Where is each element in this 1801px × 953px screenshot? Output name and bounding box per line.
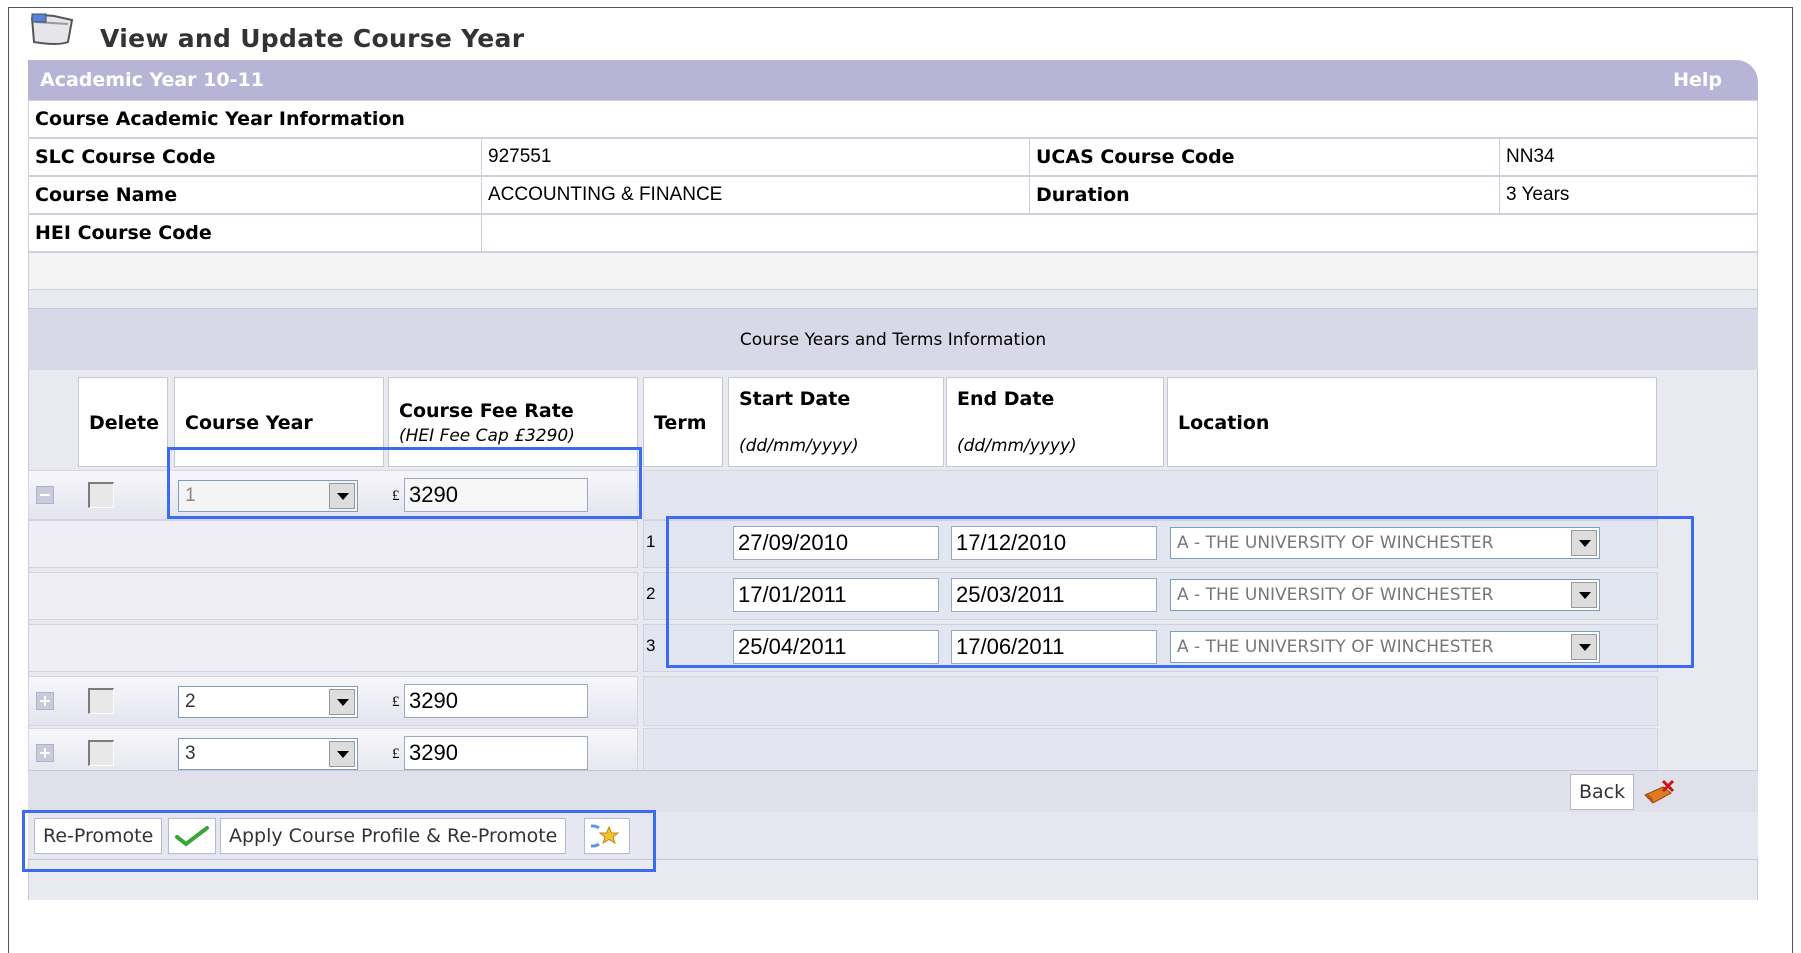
term-2-start-date[interactable]: 17/01/2011 [733, 578, 939, 612]
start-date-column-header: Start Date (dd/mm/yyyy) [728, 377, 944, 467]
fee-cap-note: (HEI Fee Cap £3290) [399, 426, 575, 446]
slc-ucas-row: SLC Course Code 927551 UCAS Course Code … [28, 138, 1758, 176]
page-title: View and Update Course Year [100, 24, 525, 53]
help-link[interactable]: Help [1673, 69, 1722, 91]
course-year-2-value: 2 [185, 691, 196, 712]
term-row-spacer [28, 520, 638, 568]
chevron-down-icon[interactable] [1571, 634, 1597, 660]
course-year-row-filler [643, 470, 1658, 520]
ucas-code-value: NN34 [1499, 139, 1759, 175]
term-2-end-date[interactable]: 25/03/2011 [951, 578, 1157, 612]
course-info-heading-row: Course Academic Year Information [28, 100, 1758, 138]
term-header-label: Term [654, 412, 707, 434]
course-info-heading: Course Academic Year Information [35, 108, 405, 130]
fee-rate-header-label: Course Fee Rate [399, 400, 574, 422]
term-1-location-select[interactable]: A - THE UNIVERSITY OF WINCHESTER [1170, 527, 1600, 559]
chevron-down-icon[interactable] [1571, 530, 1597, 556]
delete-year-2-checkbox[interactable] [88, 688, 114, 714]
delete-header-label: Delete [89, 412, 160, 434]
apply-course-profile-button[interactable]: Apply Course Profile & Re-Promote [220, 818, 567, 854]
back-exit-icon[interactable] [1640, 774, 1680, 810]
delete-column-header: Delete [78, 377, 168, 467]
spacer-strip [28, 252, 1758, 290]
delete-year-3-checkbox[interactable] [88, 740, 114, 766]
hei-code-label: HEI Course Code [35, 222, 212, 244]
term-row-spacer [28, 624, 638, 672]
term-3-start-date[interactable]: 25/04/2011 [733, 630, 939, 664]
course-year-1-value: 1 [185, 485, 196, 506]
ucas-code-label: UCAS Course Code [1029, 139, 1499, 175]
checkmark-icon[interactable] [168, 818, 216, 854]
start-date-format: (dd/mm/yyyy) [739, 436, 859, 456]
delete-year-1-checkbox[interactable] [88, 482, 114, 508]
fee-rate-column-header: Course Fee Rate (HEI Fee Cap £3290) [388, 377, 638, 467]
expand-year-2-icon[interactable] [36, 692, 54, 710]
navigation-band [28, 770, 1758, 812]
term-1-number: 1 [646, 532, 656, 551]
slc-code-value: 927551 [481, 139, 1029, 175]
chevron-down-icon[interactable] [1571, 582, 1597, 608]
course-year-2-select[interactable]: 2 [178, 686, 358, 718]
term-column-header: Term [643, 377, 723, 467]
academic-year-tab-bar: Academic Year 10-11 Help [28, 60, 1758, 100]
chevron-down-icon[interactable] [329, 689, 355, 715]
name-duration-row: Course Name ACCOUNTING & FINANCE Duratio… [28, 176, 1758, 214]
term-2-number: 2 [646, 584, 656, 603]
start-date-header-label: Start Date [739, 388, 851, 410]
location-column-header: Location [1167, 377, 1657, 467]
back-button[interactable]: Back [1570, 774, 1635, 810]
profile-star-icon[interactable] [584, 818, 630, 854]
pound-symbol: £ [392, 488, 400, 504]
fee-year-3-input[interactable]: 3290 [404, 736, 588, 770]
course-year-header-label: Course Year [185, 412, 313, 434]
duration-label: Duration [1029, 177, 1499, 213]
course-name-label: Course Name [35, 184, 178, 206]
course-year-1-select[interactable]: 1 [178, 480, 358, 512]
re-promote-button[interactable]: Re-Promote [34, 818, 163, 854]
term-3-number: 3 [646, 636, 656, 655]
end-date-header-label: End Date [957, 388, 1055, 410]
term-1-start-date[interactable]: 27/09/2010 [733, 526, 939, 560]
term-row-spacer [28, 572, 638, 620]
hei-row: HEI Course Code [28, 214, 1758, 252]
location-header-label: Location [1178, 412, 1270, 434]
chevron-down-icon[interactable] [329, 741, 355, 767]
end-date-format: (dd/mm/yyyy) [957, 436, 1077, 456]
course-name-value: ACCOUNTING & FINANCE [481, 177, 1029, 213]
term-3-location-select[interactable]: A - THE UNIVERSITY OF WINCHESTER [1170, 631, 1600, 663]
fee-year-1-input[interactable]: 3290 [404, 478, 588, 512]
term-3-location-value: A - THE UNIVERSITY OF WINCHESTER [1177, 637, 1494, 657]
end-date-column-header: End Date (dd/mm/yyyy) [946, 377, 1164, 467]
course-year-row-filler [643, 676, 1658, 726]
hei-code-value [481, 215, 1759, 251]
years-section-title: Course Years and Terms Information [28, 308, 1758, 370]
collapse-year-1-icon[interactable] [36, 486, 54, 504]
term-2-location-select[interactable]: A - THE UNIVERSITY OF WINCHESTER [1170, 579, 1600, 611]
course-year-column-header: Course Year [174, 377, 384, 467]
term-3-end-date[interactable]: 17/06/2011 [951, 630, 1157, 664]
fee-year-2-input[interactable]: 3290 [404, 684, 588, 718]
pound-symbol: £ [392, 746, 400, 762]
academic-year-label: Academic Year 10-11 [40, 69, 264, 91]
page-icon [30, 13, 74, 45]
chevron-down-icon[interactable] [329, 483, 355, 509]
term-1-end-date[interactable]: 17/12/2010 [951, 526, 1157, 560]
course-year-3-select[interactable]: 3 [178, 738, 358, 770]
course-year-3-value: 3 [185, 743, 196, 764]
slc-code-label: SLC Course Code [35, 146, 216, 168]
duration-value: 3 Years [1499, 177, 1759, 213]
term-2-location-value: A - THE UNIVERSITY OF WINCHESTER [1177, 585, 1494, 605]
expand-year-3-icon[interactable] [36, 744, 54, 762]
term-1-location-value: A - THE UNIVERSITY OF WINCHESTER [1177, 533, 1494, 553]
pound-symbol: £ [392, 694, 400, 710]
